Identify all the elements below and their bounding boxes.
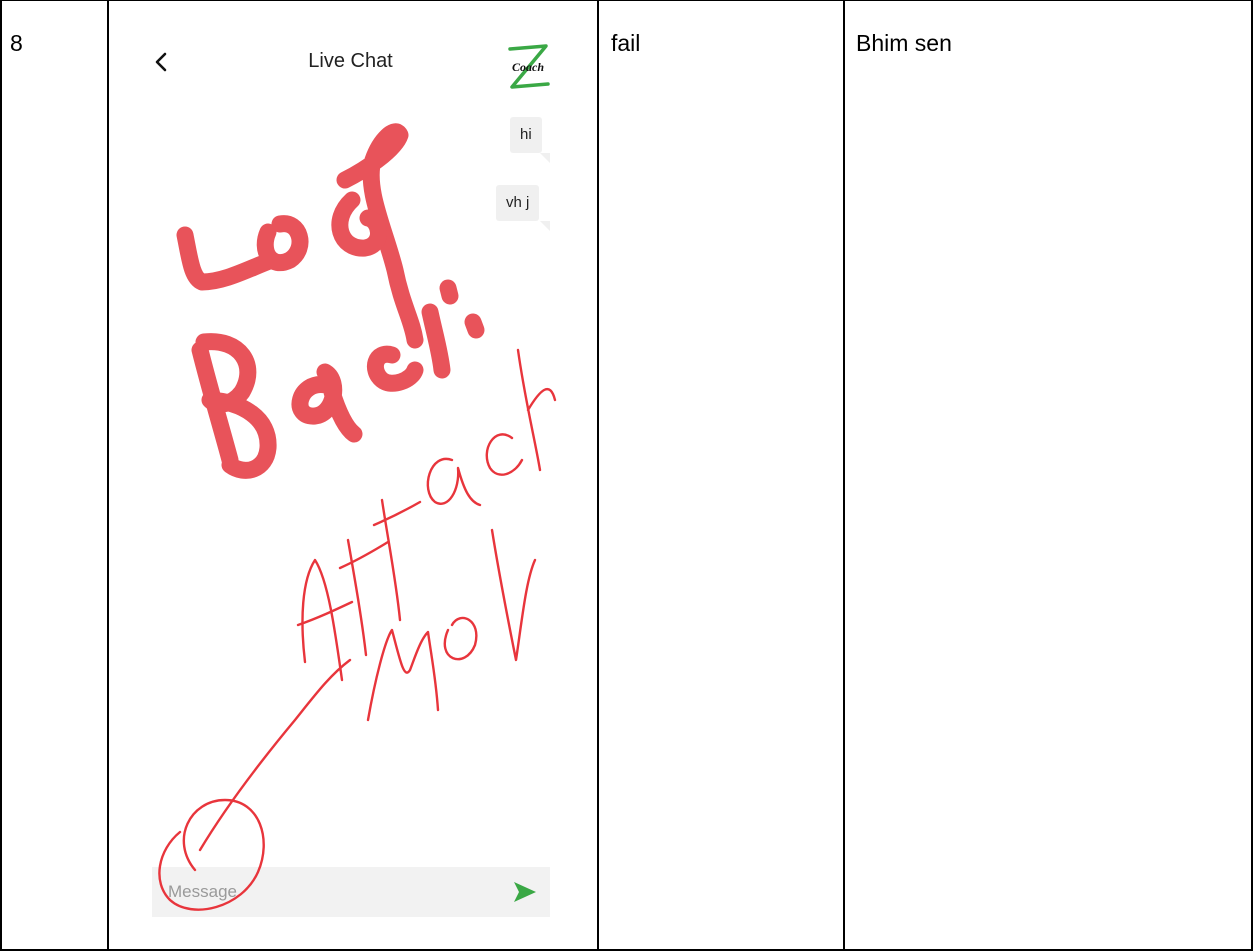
- handwritten-annotation: [158, 123, 557, 911]
- chat-message-bubble: vh j: [496, 185, 540, 221]
- table-border-left: [0, 0, 2, 951]
- message-input[interactable]: [168, 867, 488, 917]
- chat-message-text: vh j: [506, 194, 530, 211]
- column-divider-3: [843, 0, 845, 951]
- result-cell: fail: [611, 30, 641, 56]
- coach-logo: Coach: [508, 44, 550, 89]
- column-divider-2: [597, 0, 599, 951]
- bubble-tail: [540, 221, 550, 231]
- app-screenshot: Live Chat Coach hi vh j: [130, 20, 571, 930]
- message-composer: [152, 867, 550, 917]
- bubble-tail: [540, 153, 550, 163]
- send-arrow-icon[interactable]: [512, 880, 538, 904]
- tester-cell: Bhim sen: [856, 30, 952, 56]
- thin-annotation-strokes: [158, 348, 557, 911]
- column-divider-1: [107, 0, 109, 951]
- chat-message-text: hi: [520, 126, 532, 143]
- row-number-cell: 8: [10, 30, 23, 56]
- table-border-top: [0, 0, 1253, 1]
- logo-text: Coach: [512, 60, 544, 74]
- thick-annotation-strokes: [176, 123, 485, 479]
- chat-message-bubble: hi: [510, 117, 542, 153]
